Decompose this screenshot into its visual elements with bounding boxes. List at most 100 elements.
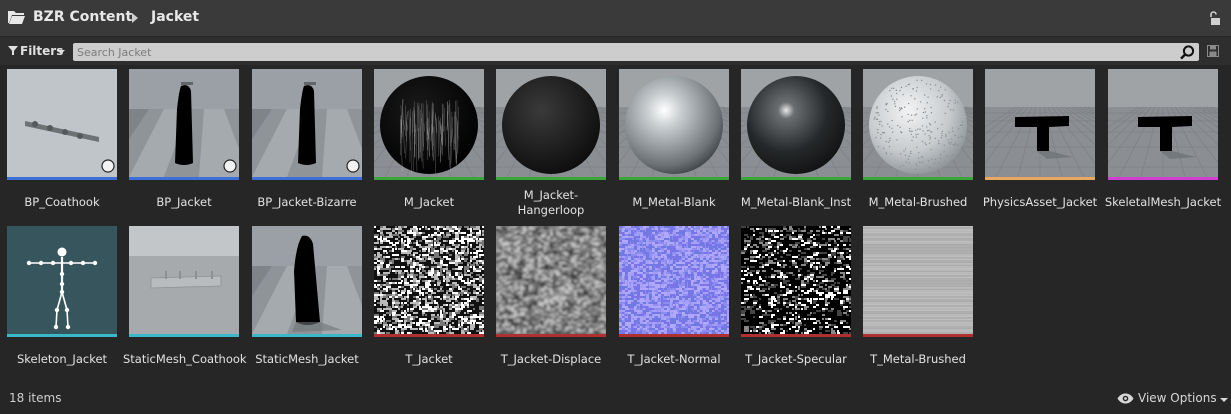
thumbnail-sphere-brushed xyxy=(863,69,973,177)
asset-label: T_Jacket-Normal xyxy=(627,352,721,366)
asset-type-strip xyxy=(619,177,729,180)
save-search-icon[interactable] xyxy=(1207,45,1219,57)
thumbnail-sphere-dark-glossy xyxy=(741,69,851,177)
asset-thumbnail xyxy=(863,226,973,334)
asset-type-strip xyxy=(741,334,851,337)
asset-thumbnail xyxy=(496,226,606,334)
asset-label: M_Metal-Blank_Inst xyxy=(740,195,852,209)
asset-label: Skeleton_Jacket xyxy=(16,352,108,366)
filters-button[interactable]: Filters xyxy=(4,42,68,61)
asset-tile[interactable]: T_Metal-Brushed xyxy=(863,226,973,376)
thumbnail-coathook-floor xyxy=(129,226,239,334)
asset-label: BP_Coathook xyxy=(24,195,100,209)
breadcrumb-root[interactable]: BZR Content xyxy=(33,9,132,25)
asset-tile[interactable]: M_Metal-Brushed xyxy=(863,69,973,219)
asset-tile[interactable]: PhysicsAsset_Jacket xyxy=(983,69,1097,219)
asset-label: StaticMesh_Coathook xyxy=(123,352,247,366)
asset-type-strip xyxy=(129,177,239,180)
thumbnail-t-shape xyxy=(1108,69,1218,177)
asset-thumbnail xyxy=(496,69,606,177)
asset-thumbnail xyxy=(252,226,362,334)
asset-type-strip xyxy=(863,177,973,180)
asset-type-strip xyxy=(252,177,362,180)
asset-tile[interactable]: BP_Jacket-Bizarre xyxy=(252,69,362,219)
asset-label: T_Jacket-Specular xyxy=(745,352,847,366)
search-input[interactable] xyxy=(77,44,1167,60)
status-bar xyxy=(0,386,1231,414)
unlock-icon[interactable] xyxy=(1209,11,1221,25)
thumbnail-t-shape xyxy=(985,69,1095,177)
asset-thumbnail xyxy=(7,69,117,177)
asset-label: M_Jacket-Hangerloop xyxy=(517,188,585,217)
search-icon[interactable] xyxy=(1180,45,1195,60)
asset-tile[interactable]: StaticMesh_Coathook xyxy=(123,226,247,376)
asset-type-strip xyxy=(374,334,484,337)
asset-thumbnail xyxy=(985,69,1095,177)
asset-label: T_Jacket xyxy=(405,352,453,366)
breadcrumb-separator-icon[interactable] xyxy=(132,13,138,23)
asset-type-strip xyxy=(741,177,851,180)
asset-type-strip xyxy=(985,177,1095,180)
thumbnail-jacket-floor xyxy=(252,226,362,334)
asset-type-strip xyxy=(7,177,117,180)
asset-type-strip xyxy=(619,334,729,337)
thumbnail-jacket-blueprint xyxy=(129,69,239,177)
thumbnail-noise-blur xyxy=(496,226,606,334)
asset-thumbnail xyxy=(863,69,973,177)
asset-thumbnail xyxy=(374,69,484,177)
asset-tile[interactable]: M_Jacket-Hangerloop xyxy=(496,69,606,219)
asset-type-strip xyxy=(374,177,484,180)
asset-type-strip xyxy=(1108,177,1218,180)
asset-type-strip xyxy=(496,334,606,337)
asset-label: PhysicsAsset_Jacket xyxy=(982,195,1098,209)
path-bar: BZR Content Jacket xyxy=(0,0,1231,36)
asset-type-strip xyxy=(252,334,362,337)
asset-thumbnail xyxy=(129,226,239,334)
chevron-down-icon xyxy=(57,50,65,54)
search-box[interactable] xyxy=(73,43,1199,61)
breadcrumb-current[interactable]: Jacket xyxy=(151,9,199,25)
asset-tile[interactable]: SkeletalMesh_Jacket xyxy=(1105,69,1221,219)
asset-thumbnail xyxy=(741,226,851,334)
asset-tile[interactable]: M_Metal-Blank xyxy=(619,69,729,219)
asset-tile[interactable]: StaticMesh_Jacket xyxy=(252,226,362,376)
asset-label: M_Metal-Brushed xyxy=(868,195,968,209)
asset-tile[interactable]: T_Jacket-Normal xyxy=(619,226,729,376)
asset-label: M_Metal-Blank xyxy=(632,195,716,209)
asset-label: T_Jacket-Displace xyxy=(500,352,602,366)
asset-thumbnail xyxy=(252,69,362,177)
asset-type-strip xyxy=(129,334,239,337)
thumbnail-noise-bw xyxy=(374,226,484,334)
view-options-label: View Options xyxy=(1138,391,1217,405)
asset-tile[interactable]: BP_Coathook xyxy=(7,69,117,219)
asset-label: M_Jacket xyxy=(403,195,455,209)
asset-thumbnail xyxy=(374,226,484,334)
asset-tile[interactable]: T_Jacket-Specular xyxy=(741,226,851,376)
asset-thumbnail xyxy=(7,226,117,334)
view-options-button[interactable]: View Options xyxy=(1117,390,1228,408)
thumbnail-skeleton xyxy=(7,226,117,334)
asset-type-strip xyxy=(496,177,606,180)
asset-thumbnail xyxy=(619,69,729,177)
asset-tile[interactable]: M_Jacket xyxy=(374,69,484,219)
asset-thumbnail xyxy=(619,226,729,334)
asset-tile[interactable]: T_Jacket-Displace xyxy=(496,226,606,376)
asset-label: StaticMesh_Jacket xyxy=(255,352,359,366)
asset-type-strip xyxy=(7,334,117,337)
chevron-down-icon xyxy=(1220,398,1228,402)
thumbnail-brushed-flat xyxy=(863,226,973,334)
folder-icon xyxy=(8,11,25,24)
thumbnail-jacket-blueprint xyxy=(252,69,362,177)
thumbnail-noise-spec xyxy=(741,226,851,334)
thumbnail-coathook xyxy=(7,69,117,177)
asset-tile[interactable]: T_Jacket xyxy=(374,226,484,376)
eye-icon xyxy=(1117,393,1134,404)
asset-tile[interactable]: BP_Jacket xyxy=(129,69,239,219)
asset-label: BP_Jacket xyxy=(156,195,212,209)
asset-tile[interactable]: Skeleton_Jacket xyxy=(7,226,117,376)
asset-tile[interactable]: M_Metal-Blank_Inst xyxy=(741,69,851,219)
asset-label: BP_Jacket-Bizarre xyxy=(257,195,357,209)
thumbnail-noise-normal xyxy=(619,226,729,334)
thumbnail-sphere-silver xyxy=(619,69,729,177)
thumbnail-sphere-black xyxy=(496,69,606,177)
